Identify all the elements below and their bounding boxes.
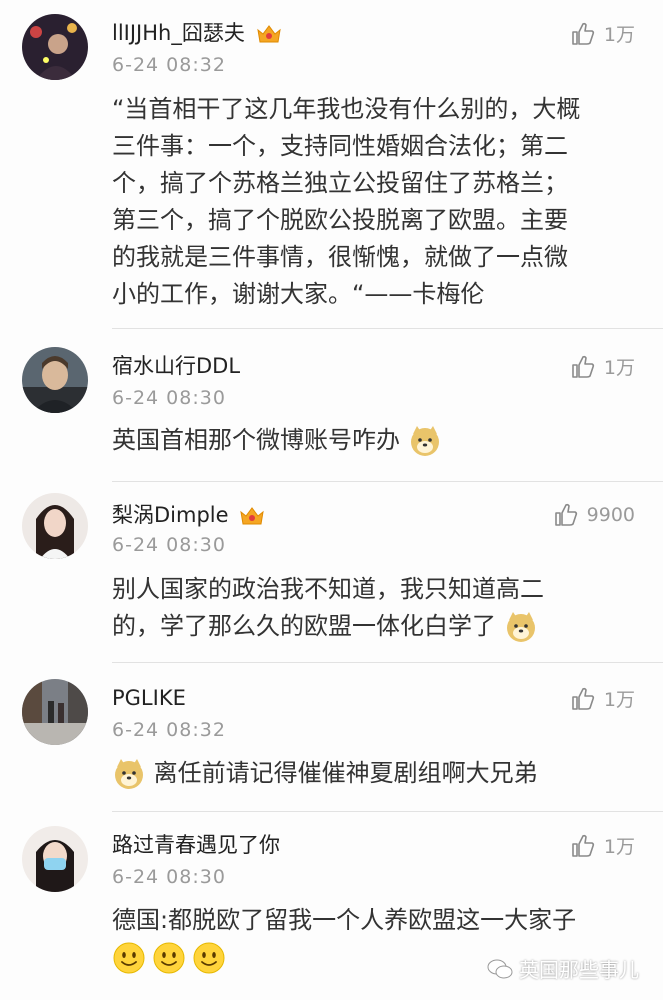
comment-line: 小的工作，谢谢大家。“——卡梅伦 (112, 280, 485, 308)
comment-line: “当首相干了这几年我也没有什么别的，大概 (112, 95, 581, 123)
like-count: 1万 (603, 836, 635, 858)
avatar[interactable] (22, 826, 88, 892)
thumbs-up-icon (572, 355, 595, 378)
avatar[interactable] (22, 679, 88, 745)
comment-line: 离任前请记得催催神夏剧组啊大兄弟 (153, 759, 538, 787)
username[interactable]: 宿水山行DDL (112, 353, 240, 379)
comment-line: 别人国家的政治我不知道，我只知道高二 (112, 575, 544, 603)
comment-item: 宿水山行DDL 6-24 08:30 1万 英国首相那个微博账号咋办 (0, 329, 663, 481)
comment-time: 6-24 08:32 (112, 719, 226, 741)
wechat-icon (487, 959, 513, 978)
comment-text: “当首相干了这几年我也没有什么别的，大概 三件事：一个，支持同性婚姻合法化；第二… (112, 91, 632, 313)
comment-item: PGLIKE 6-24 08:32 1万 离任前请记得催催神夏剧组啊大兄弟 (0, 663, 663, 811)
smile-emoji (192, 941, 226, 975)
avatar[interactable] (22, 347, 88, 413)
comment-item: 梨涡Dimple 6-24 08:30 9900 别人国家的政治我不知道，我只知… (0, 482, 663, 667)
comment-line: 三件事：一个，支持同性婚姻合法化；第二 (112, 132, 568, 160)
comment-time: 6-24 08:30 (112, 534, 226, 556)
username[interactable]: PGLIKE (112, 685, 186, 711)
doge-emoji (112, 757, 146, 791)
comment-text: 英国首相那个微博账号咋办 (112, 422, 632, 459)
comment-time: 6-24 08:32 (112, 54, 226, 76)
comment-text: 离任前请记得催催神夏剧组啊大兄弟 (112, 755, 632, 792)
like-count: 1万 (603, 24, 635, 46)
like-button[interactable]: 1万 (570, 685, 635, 712)
thumbs-up-icon (572, 834, 595, 857)
watermark: 英国那些事儿 (487, 954, 639, 983)
smile-emoji (152, 941, 186, 975)
username[interactable]: 梨涡Dimple (112, 502, 265, 528)
comment-line: 个，搞了个苏格兰独立公投留住了苏格兰； (112, 169, 568, 197)
like-button[interactable]: 1万 (570, 353, 635, 380)
username-text[interactable]: 梨涡Dimple (112, 503, 229, 527)
comment-line: 德国:都脱欧了留我一个人养欧盟这一大家子 (112, 906, 577, 934)
avatar[interactable] (22, 14, 88, 80)
smile-emoji (112, 941, 146, 975)
like-button[interactable]: 1万 (570, 20, 635, 47)
comment-text: 别人国家的政治我不知道，我只知道高二 的，学了那么久的欧盟一体化白学了 (112, 571, 632, 645)
username-text[interactable]: llIJJHh_囧瑟夫 (112, 21, 245, 45)
like-button[interactable]: 1万 (570, 832, 635, 859)
doge-emoji (408, 424, 442, 458)
comment-line: 的，学了那么久的欧盟一体化白学了 (112, 612, 496, 640)
thumbs-up-icon (554, 503, 577, 526)
comment-feed: llIJJHh_囧瑟夫 6-24 08:32 1万 “当首相干了这几年我也没有什… (0, 0, 663, 1000)
comment-line: 英国首相那个微博账号咋办 (112, 426, 400, 454)
avatar[interactable] (22, 493, 88, 559)
like-count: 1万 (603, 689, 635, 711)
comment-line: 第三个，搞了个脱欧公投脱离了欧盟。主要 (112, 206, 568, 234)
comment-time: 6-24 08:30 (112, 866, 226, 888)
thumbs-up-icon (572, 687, 595, 710)
doge-emoji (504, 610, 538, 644)
comment-line: 的我就是三件事情，很惭愧，就做了一点微 (112, 243, 568, 271)
watermark-text: 英国那些事儿 (519, 958, 639, 982)
comment-time: 6-24 08:30 (112, 387, 226, 409)
comment-item: llIJJHh_囧瑟夫 6-24 08:32 1万 “当首相干了这几年我也没有什… (0, 0, 663, 328)
username[interactable]: 路过青春遇见了你 (112, 832, 280, 858)
crown-icon (240, 507, 264, 525)
like-count: 1万 (603, 357, 635, 379)
crown-icon (256, 25, 281, 43)
thumbs-up-icon (572, 22, 595, 45)
like-count: 9900 (586, 504, 635, 526)
like-button[interactable]: 9900 (553, 502, 635, 528)
username[interactable]: llIJJHh_囧瑟夫 (112, 20, 282, 46)
